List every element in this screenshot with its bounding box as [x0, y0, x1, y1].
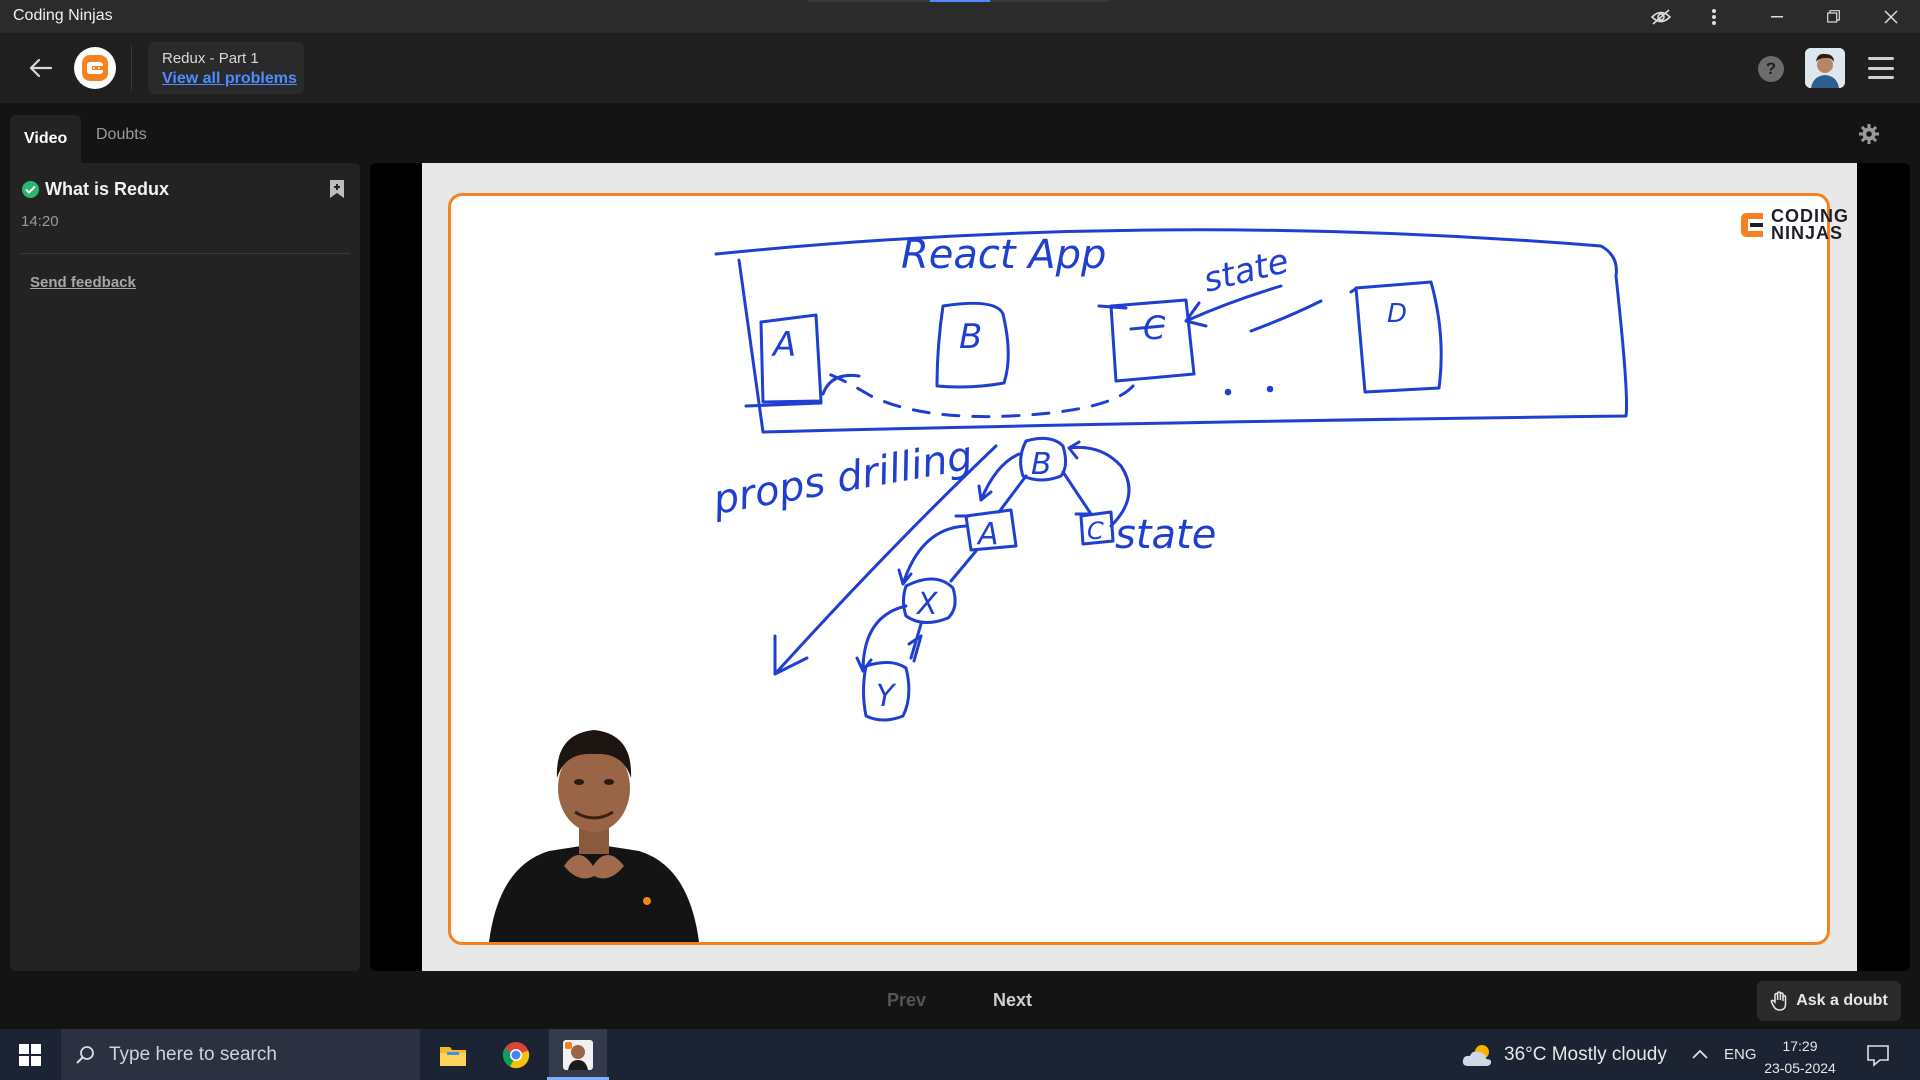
clock-date: 23-05-2024 [1764, 1060, 1836, 1076]
partly-cloudy-icon [1462, 1045, 1492, 1066]
bookmark-add-icon[interactable] [328, 179, 346, 199]
windows-taskbar: Type here to search 36°C Mostly cloudy E… [0, 1029, 1920, 1080]
video-frame: React App A B C D state props drilling B… [422, 163, 1857, 971]
input-language[interactable]: ENG [1724, 1046, 1757, 1063]
sidebar-divider [20, 253, 350, 254]
more-vert-icon[interactable] [1691, 0, 1737, 33]
window-title-bar: Coding Ninjas [0, 0, 1920, 33]
react-app-label: React App [901, 232, 1106, 278]
label-a: A [771, 325, 796, 365]
notification-icon[interactable] [1866, 1043, 1890, 1067]
video-player[interactable]: React App A B C D state props drilling B… [370, 163, 1910, 971]
problem-info: Redux - Part 1 View all problems [148, 42, 304, 94]
label-b: B [959, 317, 982, 357]
chevron-up-icon[interactable] [1692, 1043, 1708, 1064]
whiteboard: React App A B C D state props drilling B… [448, 193, 1848, 945]
tree-label-a: A [976, 517, 999, 552]
brand-mark-icon [1741, 213, 1763, 237]
view-all-problems-link[interactable]: View all problems [162, 70, 297, 88]
react-app-box [714, 228, 1629, 434]
check-circle-icon [22, 181, 39, 198]
gear-icon[interactable] [1858, 123, 1880, 145]
coding-ninjas-logo[interactable] [74, 47, 116, 89]
eye-off-icon[interactable] [1638, 0, 1684, 33]
avatar[interactable] [1805, 48, 1845, 88]
close-icon[interactable] [1868, 0, 1914, 33]
coding-ninjas-app-icon[interactable] [549, 1029, 607, 1080]
brand-logo-line2: NINJAS [1771, 223, 1844, 243]
hamburger-menu-icon[interactable] [1868, 55, 1894, 81]
ask-doubt-label: Ask a doubt [1796, 992, 1888, 1009]
lesson-duration: 14:20 [21, 213, 59, 230]
state-label-tree: state [1115, 512, 1216, 558]
coding-ninjas-brand-logo: CODING NINJAS [1739, 207, 1849, 243]
label-c: C [1143, 309, 1166, 347]
arrow-left-icon[interactable] [24, 51, 58, 85]
chrome-icon[interactable] [487, 1029, 545, 1080]
taskbar-search-box[interactable]: Type here to search [61, 1029, 420, 1080]
ask-doubt-button[interactable]: Ask a doubt [1757, 981, 1901, 1021]
props-dashed-path [821, 370, 1135, 419]
tab-video[interactable]: Video [10, 115, 82, 163]
next-button[interactable]: Next [993, 990, 1032, 1011]
props-drilling-label: props drilling [709, 433, 976, 524]
windows-start-icon[interactable] [0, 1029, 60, 1080]
app-header: Redux - Part 1 View all problems ? [0, 33, 1920, 103]
lesson-item[interactable]: What is Redux 14:20 [10, 163, 360, 243]
help-icon[interactable]: ? [1758, 56, 1784, 82]
search-placeholder: Type here to search [109, 1043, 277, 1065]
tree-label-y: Y [876, 679, 897, 714]
tree-label-x: X [915, 587, 939, 622]
header-divider [131, 45, 132, 91]
tab-doubts[interactable]: Doubts [82, 115, 161, 155]
search-icon [76, 1045, 94, 1064]
presenter-image [489, 730, 699, 942]
lesson-title: What is Redux [45, 179, 170, 199]
tree-label-b: B [1031, 447, 1052, 482]
bottom-navigation: Prev Next Ask a doubt [0, 971, 1920, 1029]
taskbar-clock[interactable]: 17:29 23-05-2024 [1764, 1035, 1836, 1079]
problem-title: Redux - Part 1 [162, 50, 259, 67]
window-title: Coding Ninjas [13, 7, 113, 24]
title-bar-active-indicator [930, 0, 990, 2]
tree-label-c: C [1087, 517, 1104, 545]
file-explorer-icon[interactable] [424, 1029, 482, 1080]
clock-time: 17:29 [1782, 1038, 1818, 1054]
prev-button[interactable]: Prev [887, 990, 926, 1011]
weather-text: 36°C Mostly cloudy [1504, 1044, 1667, 1065]
tabs-bar: Video Doubts [0, 103, 1920, 163]
lesson-sidebar: What is Redux 14:20 Send feedback [10, 163, 360, 971]
send-feedback-link[interactable]: Send feedback [30, 274, 136, 291]
weather-widget[interactable]: 36°C Mostly cloudy [1462, 1042, 1667, 1068]
raise-hand-icon [1770, 991, 1787, 1011]
state-label-top: state [1200, 241, 1293, 301]
minimize-icon[interactable] [1754, 0, 1800, 33]
label-d: D [1387, 299, 1407, 329]
restore-icon[interactable] [1810, 0, 1856, 33]
